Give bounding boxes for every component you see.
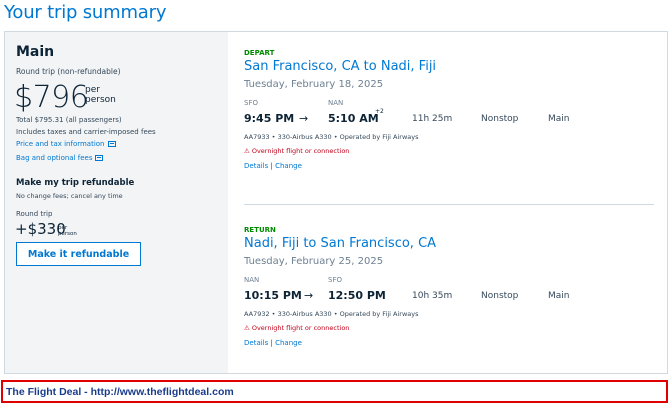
fare-summary-panel: Main Round trip (non-refundable) $796 pe… <box>5 32 228 373</box>
change-link[interactable]: Change <box>275 339 302 347</box>
day-offset: +2 <box>375 108 384 115</box>
external-link-icon <box>107 141 116 147</box>
plan-subtitle: Round trip (non-refundable) <box>16 67 121 76</box>
round-trip-label: Round trip <box>16 210 53 218</box>
deal-banner-text[interactable]: The Flight Deal - http://www.theflightde… <box>6 386 234 398</box>
stops: Nonstop <box>481 114 519 124</box>
segment-links: Details | Change <box>244 162 664 170</box>
destination-code: SFO <box>328 276 342 284</box>
departure-time: 10:15 PM <box>244 289 302 302</box>
return-date: Tuesday, February 25, 2025 <box>244 256 384 267</box>
make-refundable-button[interactable]: Make it refundable <box>16 242 141 266</box>
return-route: Nadi, Fiji to San Francisco, CA <box>244 236 437 251</box>
details-link[interactable]: Details <box>244 162 268 170</box>
price-tax-info-link[interactable]: Price and tax information <box>16 140 116 148</box>
depart-segment: DEPART San Francisco, CA to Nadi, Fiji T… <box>244 49 664 170</box>
refund-subtitle: No change fees; cancel any time <box>16 192 123 200</box>
total-price: Total $795.31 (all passengers) <box>16 116 122 124</box>
segment-links: Details | Change <box>244 339 664 347</box>
external-link-icon <box>95 155 104 161</box>
price-per-person: $796 <box>14 80 89 115</box>
bag-fees-label: Bag and optional fees <box>16 154 93 162</box>
price-tax-info-label: Price and tax information <box>16 140 105 148</box>
itinerary-panel: DEPART San Francisco, CA to Nadi, Fiji T… <box>228 32 668 373</box>
overnight-warning: ⚠ Overnight flight or connection <box>244 147 664 155</box>
details-link[interactable]: Details <box>244 339 268 347</box>
warning-icon: ⚠ <box>244 147 250 155</box>
departure-time: 9:45 PM <box>244 112 295 125</box>
link-separator: | <box>270 162 273 170</box>
arrival-time: 12:50 PM <box>328 289 386 302</box>
stops: Nonstop <box>481 291 519 301</box>
deal-banner: The Flight Deal - http://www.theflightde… <box>1 380 668 403</box>
arrow-icon: → <box>299 112 309 125</box>
bag-fees-link[interactable]: Bag and optional fees <box>16 154 104 162</box>
page-title: Your trip summary <box>4 2 167 23</box>
flight-info: AA7933 • 330-Airbus A330 • Operated by F… <box>244 133 419 141</box>
overnight-text: Overnight flight or connection <box>251 147 350 155</box>
cabin: Main <box>548 114 570 124</box>
per-person-label: per person <box>85 85 116 105</box>
link-separator: | <box>270 339 273 347</box>
arrival-time: 5:10 AM <box>328 112 379 125</box>
overnight-text: Overnight flight or connection <box>251 324 350 332</box>
destination-code: NAN <box>328 99 344 107</box>
duration: 11h 25m <box>412 114 453 124</box>
depart-date: Tuesday, February 18, 2025 <box>244 79 384 90</box>
refund-title: Make my trip refundable <box>16 178 135 188</box>
origin-code: SFO <box>244 99 258 107</box>
change-link[interactable]: Change <box>275 162 302 170</box>
segment-divider <box>244 204 654 205</box>
duration: 10h 35m <box>412 291 453 301</box>
warning-icon: ⚠ <box>244 324 250 332</box>
cabin: Main <box>548 291 570 301</box>
arrow-icon: → <box>304 289 314 302</box>
overnight-warning: ⚠ Overnight flight or connection <box>244 324 664 332</box>
taxes-note: Includes taxes and carrier-imposed fees <box>16 128 156 136</box>
trip-summary-card: Main Round trip (non-refundable) $796 pe… <box>4 31 668 374</box>
plan-name: Main <box>16 44 55 60</box>
flight-info: AA7932 • 330-Airbus A330 • Operated by F… <box>244 310 419 318</box>
return-label: RETURN <box>244 226 276 234</box>
depart-label: DEPART <box>244 49 275 57</box>
depart-route: San Francisco, CA to Nadi, Fiji <box>244 59 437 74</box>
origin-code: NAN <box>244 276 260 284</box>
refund-per-person: per person <box>58 225 77 237</box>
return-segment: RETURN Nadi, Fiji to San Francisco, CA T… <box>244 226 664 347</box>
